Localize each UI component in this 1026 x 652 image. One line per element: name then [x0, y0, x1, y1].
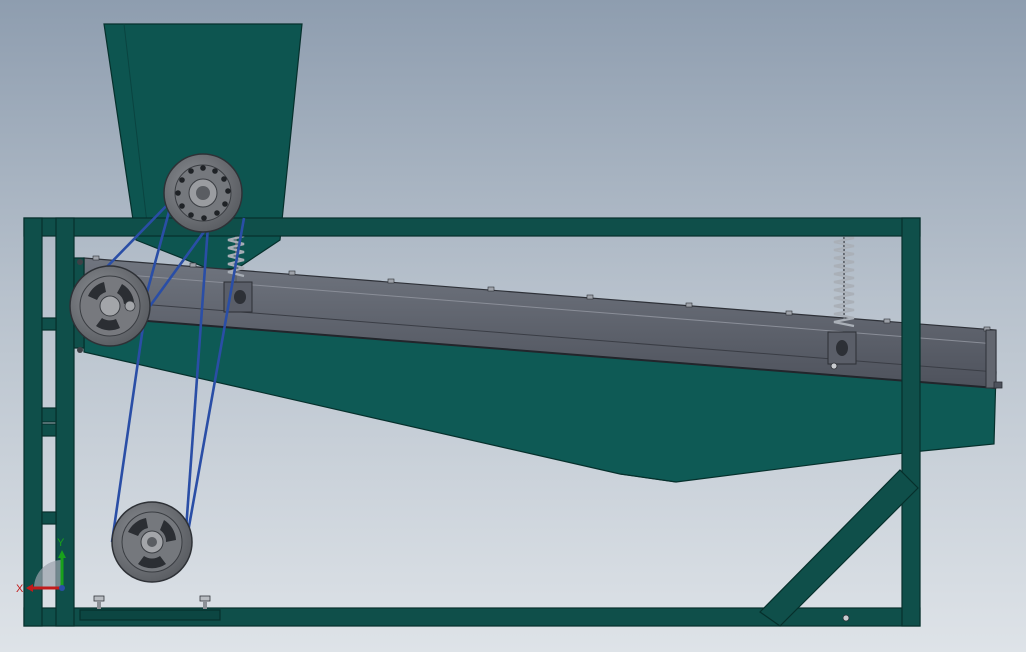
frame-top-rail: [23, 217, 921, 237]
suspension-spring-right: [827, 219, 857, 370]
cad-viewport[interactable]: X Y: [0, 0, 1026, 652]
motor-pulley: [111, 501, 193, 583]
x-axis-label: X: [16, 583, 24, 595]
y-axis-label: Y: [57, 537, 65, 549]
spring-bracket-hole-left: [234, 290, 246, 304]
base-plate: [79, 609, 221, 621]
discharge-lip: [993, 381, 1003, 389]
frame-crossbar-3: [41, 423, 57, 437]
frame-crossbar-1: [41, 317, 57, 331]
frame-diagonal-brace: [759, 469, 919, 627]
frame-crossbar-2: [41, 407, 57, 423]
frame-crossbar-4: [41, 511, 57, 525]
vibrating-screen-drawing: X Y: [16, 23, 1003, 627]
frame-right-post: [901, 217, 921, 627]
frame-left-post: [23, 217, 43, 627]
frame-bolt: [842, 614, 850, 622]
z-axis-point: [59, 585, 65, 591]
exciter-pulley: [163, 153, 243, 233]
screen-box-end-plate: [985, 329, 997, 389]
anchor-bolt-left: [93, 595, 105, 609]
anchor-bolt-right: [199, 595, 211, 609]
spring-bracket-hole-right: [836, 340, 848, 356]
